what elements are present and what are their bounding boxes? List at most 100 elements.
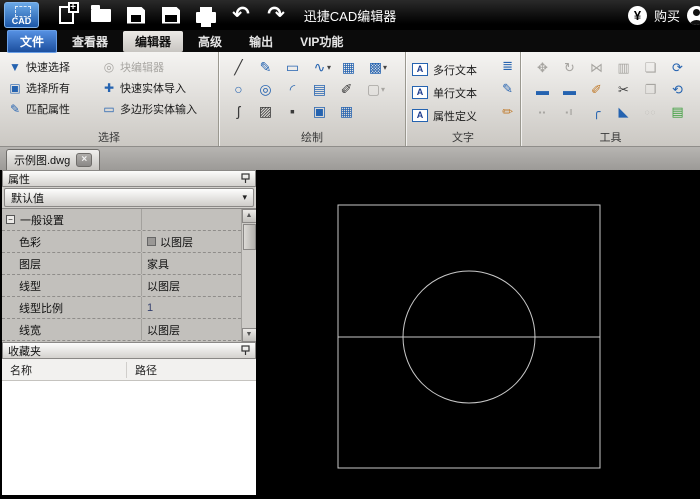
open-folder-icon (91, 4, 111, 22)
rectangle-tool[interactable]: ▭ (279, 57, 306, 77)
pin-icon[interactable] (241, 173, 250, 184)
drawing-canvas[interactable] (256, 170, 700, 499)
match-properties-label: 匹配属性 (26, 104, 70, 116)
main-area: 属性 默认值 ▾ − 一般设置 色彩 以图层 图层 家具 线型 以图层 线型比例… (0, 170, 700, 499)
tab-close-button[interactable]: × (76, 153, 93, 167)
match-properties-button[interactable]: ✎ 匹配属性 (8, 101, 102, 117)
insert-block-tool[interactable]: ▦ (335, 57, 362, 77)
array-tool: ▪▪ (538, 107, 547, 117)
favorites-name-column[interactable]: 名称 (2, 361, 127, 378)
block-editor-button: ◎ 块编辑器 (102, 59, 218, 75)
erase-tool[interactable]: ✐ (583, 82, 610, 98)
tab-document[interactable]: 示例图.dwg × (6, 149, 101, 170)
block-library-tool[interactable]: ▤ (664, 104, 691, 120)
ellipse-tool[interactable]: ◎ (252, 79, 279, 99)
property-row-lineweight: 线宽 以图层 (2, 319, 241, 341)
multiline-text-label: 多行文本 (433, 64, 477, 77)
collapse-icon[interactable]: − (6, 215, 15, 224)
viewport-tool[interactable]: ▬ (529, 83, 556, 98)
property-value: 家具 (147, 258, 169, 271)
pencil-line-tool[interactable]: ✐ (333, 79, 360, 99)
property-value: 以图层 (160, 236, 193, 249)
edit-text-tool[interactable]: ✎ (502, 81, 513, 104)
panel-bottom-edge (2, 495, 256, 499)
block-attribute-tool[interactable]: ▤ (306, 79, 333, 99)
scroll-thumb[interactable] (242, 224, 256, 250)
select-all-icon: ▣ (9, 81, 21, 95)
property-group-row[interactable]: − 一般设置 (2, 209, 241, 231)
print-button[interactable] (193, 3, 219, 27)
menu-file[interactable]: 文件 (7, 29, 58, 53)
polygon-entity-input-button[interactable]: ▭ 多边形实体输入 (102, 101, 218, 117)
menu-advanced[interactable]: 高级 (186, 31, 234, 52)
attribute-define-icon: A (412, 109, 428, 122)
scroll-down-icon[interactable]: ▼ (241, 328, 257, 342)
polygon-entity-input-label: 多边形实体输入 (120, 104, 197, 116)
save-pdf-button[interactable]: PDF (158, 3, 184, 27)
line-tool[interactable]: ╱ (225, 57, 252, 77)
viewport2-tool[interactable]: ▬ (556, 83, 583, 98)
spline-tool[interactable]: ʃ (225, 101, 252, 121)
scrollbar[interactable]: ▲ ▼ (241, 209, 257, 342)
pin-icon[interactable] (241, 345, 250, 356)
group-tool: ◌◌ (644, 107, 657, 117)
table-tool[interactable]: ▦ (333, 101, 360, 121)
account-icon[interactable] (687, 5, 700, 25)
save-icon (127, 6, 145, 24)
note-edit-tool[interactable]: ✏ (502, 104, 513, 127)
paste-tool[interactable]: ⟲ (664, 82, 691, 98)
quick-select-label: 快速选择 (26, 62, 70, 74)
polyline-dropdown-icon[interactable]: ▾ (327, 63, 335, 72)
singleline-text-label: 单行文本 (433, 87, 477, 100)
circle-tool[interactable]: ○ (225, 79, 252, 99)
fillet-tool[interactable]: ╭ (583, 104, 610, 120)
preset-dropdown[interactable]: 默认值 ▾ (4, 188, 254, 207)
match-properties-icon: ✎ (9, 102, 21, 116)
trim-tool[interactable]: ✂ (610, 82, 637, 98)
menu-viewer[interactable]: 查看器 (60, 31, 120, 52)
point-tool[interactable]: ▪ (279, 101, 306, 121)
quick-entity-import-button[interactable]: ✚ 快速实体导入 (102, 80, 218, 96)
property-row-linetype-scale: 线型比例 1 (2, 297, 241, 319)
copy-with-basepoint-tool[interactable]: ⟳ (664, 60, 691, 76)
save-pdf-icon: PDF (162, 6, 180, 24)
move-tool: ✥ (537, 60, 548, 75)
arc-tool[interactable]: ◜ (279, 79, 306, 99)
favorites-path-column[interactable]: 路径 (127, 362, 157, 378)
menu-editor[interactable]: 编辑器 (123, 30, 184, 52)
image-tool[interactable]: ▣ (306, 101, 333, 121)
block-editor-label: 块编辑器 (120, 62, 164, 74)
dimension-text-tool[interactable]: ≣ (502, 58, 513, 81)
buy-button[interactable]: 购买 (654, 6, 680, 25)
titlebar: CAD + PDF ↶ ↷ 迅捷CAD编辑器 ¥ 购买 (0, 0, 700, 30)
multiline-text-icon: A (412, 63, 428, 76)
freehand-tool[interactable]: ✎ (252, 57, 279, 77)
menu-vip[interactable]: VIP功能 (288, 31, 355, 52)
offset-tool: ▪‖ (565, 107, 574, 117)
menu-output[interactable]: 输出 (237, 31, 285, 52)
property-row-color: 色彩 以图层 (2, 231, 241, 253)
property-value: 1 (147, 301, 154, 314)
quick-toolbar: + PDF ↶ ↷ (53, 2, 289, 27)
document-tabstrip: 示例图.dwg × (0, 147, 700, 170)
redo-button[interactable]: ↷ (263, 3, 289, 27)
property-label: 线型比例 (19, 302, 63, 315)
entity-import-icon: ✚ (103, 81, 115, 95)
select-all-button[interactable]: ▣ 选择所有 (8, 80, 102, 96)
undo-button[interactable]: ↶ (228, 3, 254, 27)
scroll-up-icon[interactable]: ▲ (241, 209, 257, 223)
hatch-tool[interactable]: ▨ (252, 101, 279, 121)
section-label-text: 文字 (452, 132, 474, 144)
mirror-tool: ⋈ (590, 60, 603, 75)
chamfer-tool[interactable]: ◣ (610, 104, 637, 120)
quick-select-button[interactable]: ▼ 快速选择 (8, 59, 102, 75)
app-logo[interactable]: CAD (4, 2, 39, 28)
boundary-dropdown-icon[interactable]: ▾ (383, 63, 391, 72)
save-button[interactable] (123, 3, 149, 27)
property-label: 线型 (19, 280, 41, 293)
preset-dropdown-value: 默认值 (11, 192, 44, 205)
open-file-button[interactable] (88, 3, 114, 27)
property-row-linetype: 线型 以图层 (2, 275, 241, 297)
favorites-list[interactable] (2, 381, 256, 495)
new-document-button[interactable]: + (53, 2, 79, 27)
